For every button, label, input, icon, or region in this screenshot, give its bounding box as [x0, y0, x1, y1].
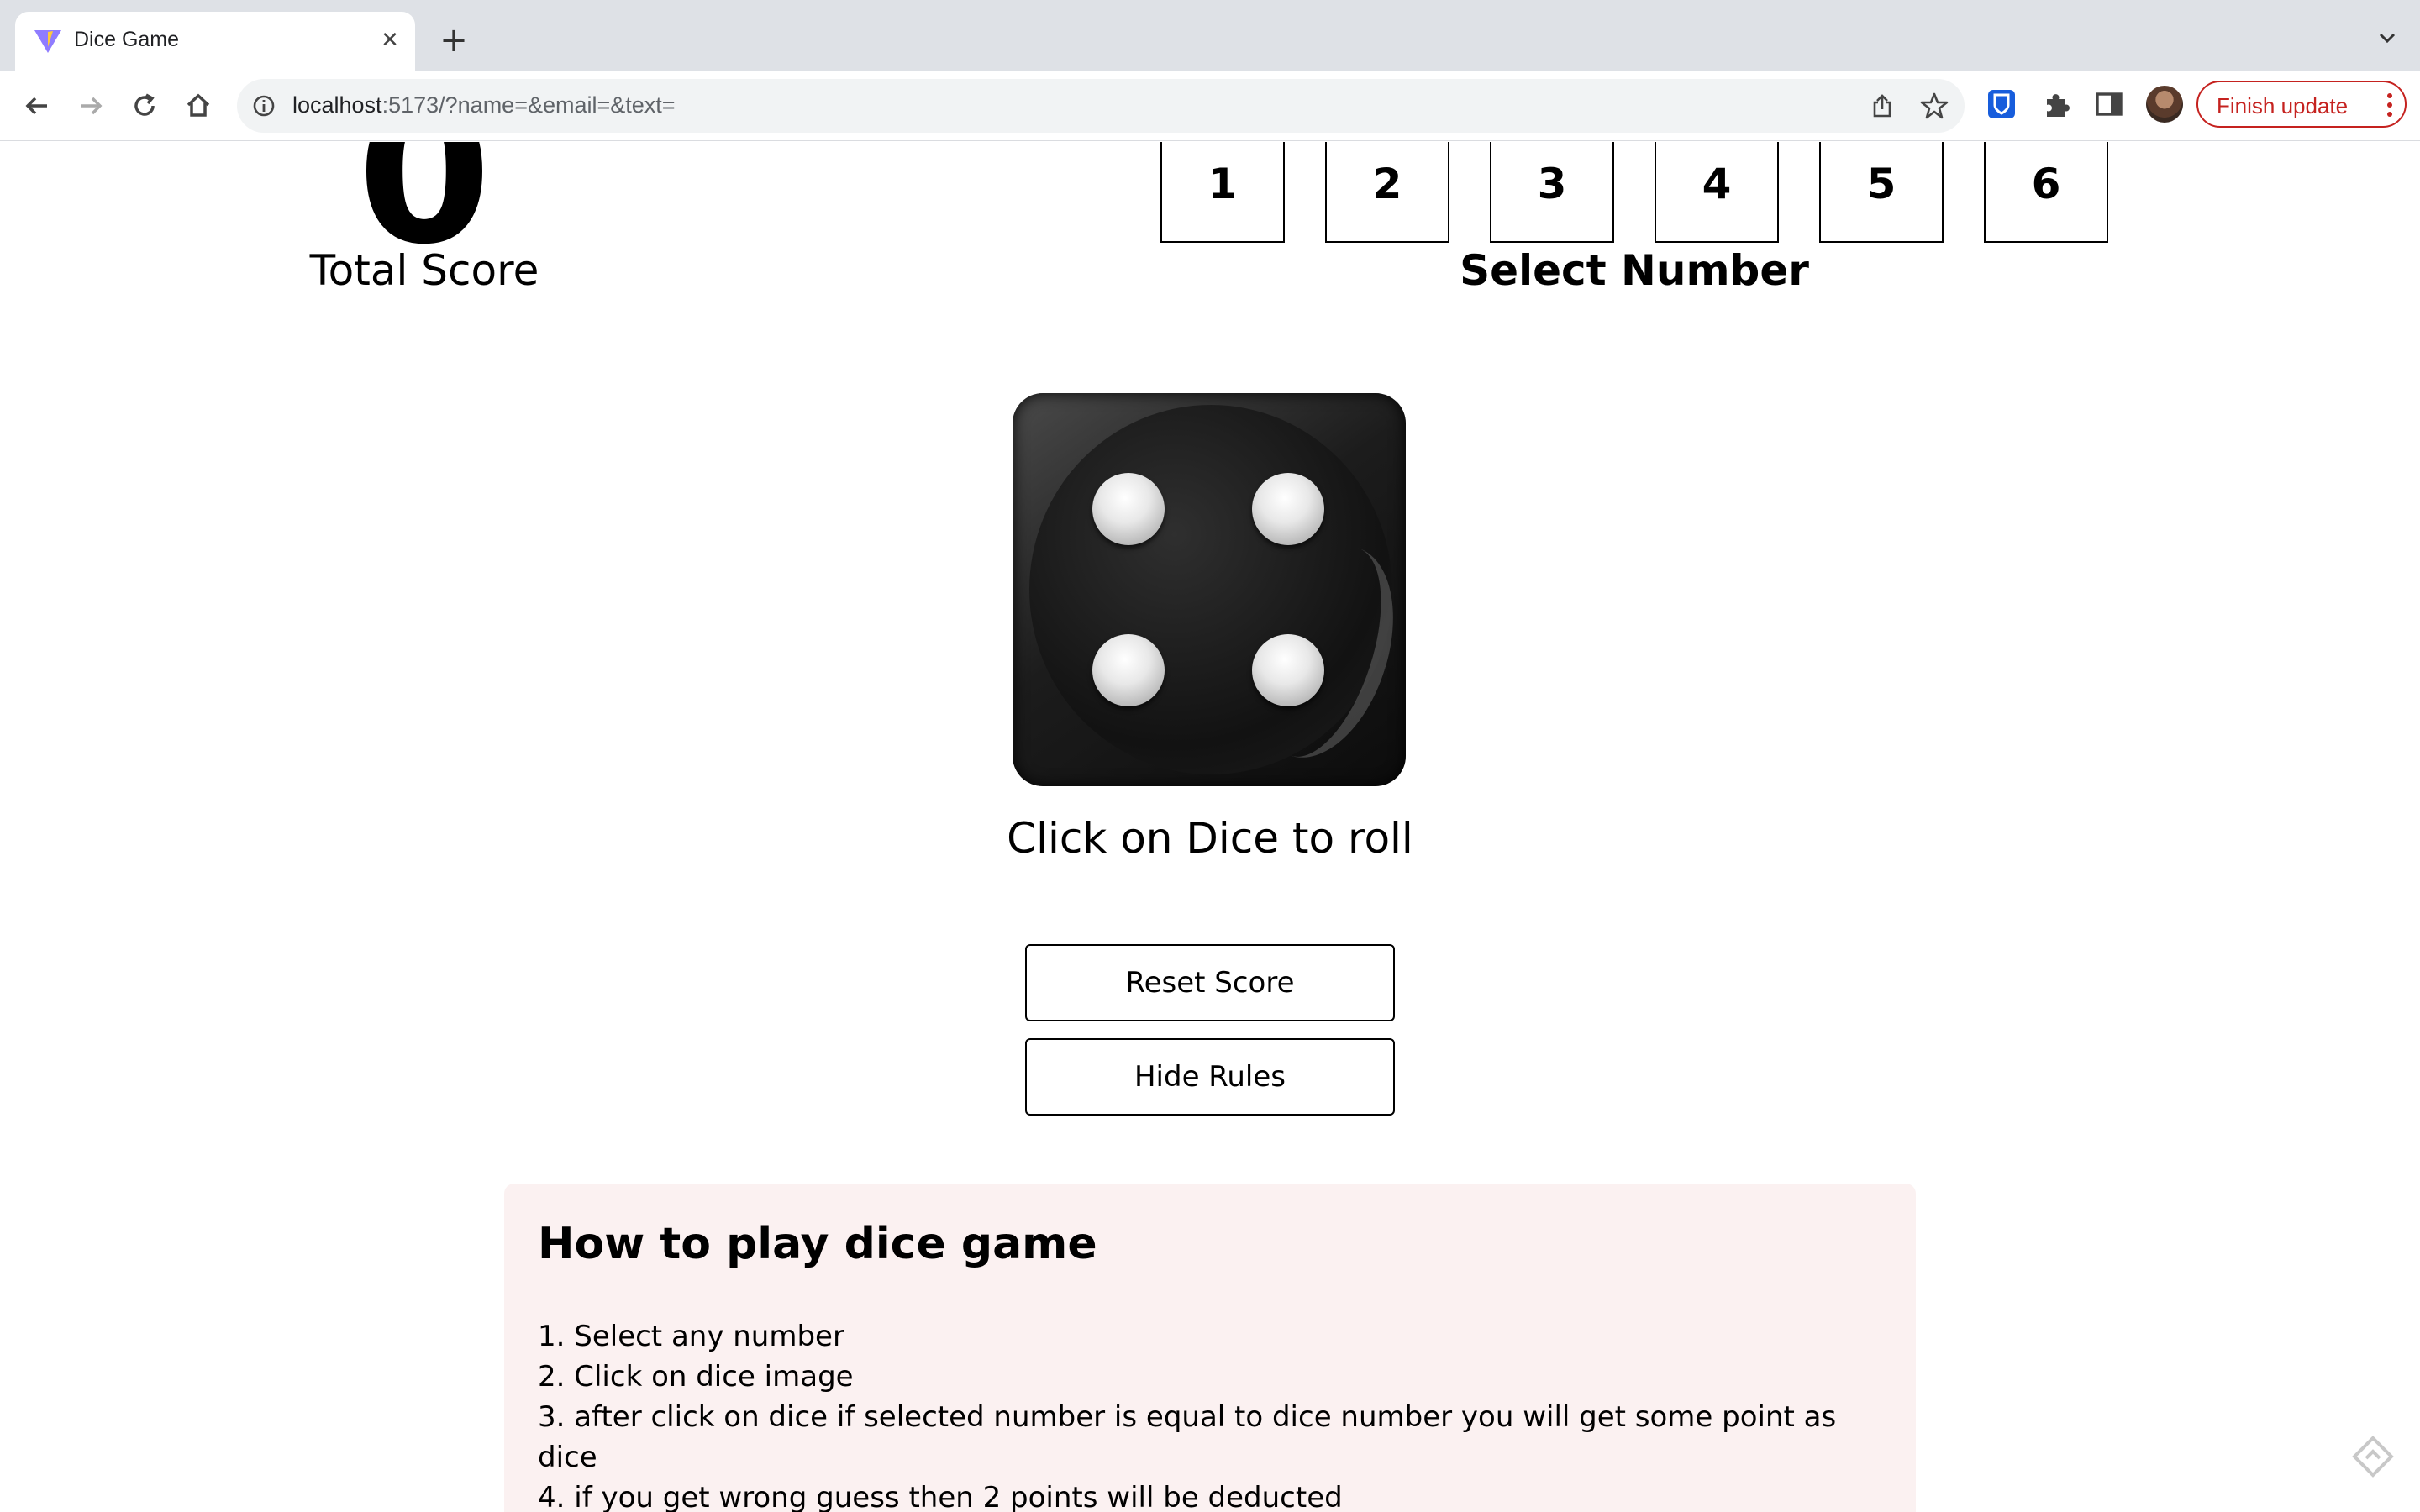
number-box-3[interactable]: 3 — [1490, 142, 1614, 243]
side-panel-icon[interactable] — [2092, 87, 2126, 121]
tab-title: Dice Game — [74, 28, 180, 51]
tab-search-chevron-icon[interactable] — [2375, 25, 2400, 50]
back-arrow-icon[interactable] — [18, 87, 55, 124]
url-path: :5173/?name=&email=&text= — [381, 92, 676, 118]
rules-title: How to play dice game — [538, 1219, 1097, 1269]
hide-rules-button[interactable]: Hide Rules — [1025, 1038, 1395, 1116]
reset-score-button[interactable]: Reset Score — [1025, 944, 1395, 1021]
address-bar[interactable]: localhost:5173/?name=&email=&text= — [237, 79, 1965, 133]
number-box-2[interactable]: 2 — [1325, 142, 1449, 243]
rules-item: 4. if you get wrong guess then 2 points … — [538, 1481, 1343, 1512]
dice-image[interactable] — [1013, 393, 1418, 786]
finish-update-button[interactable]: Finish update — [2196, 81, 2407, 128]
page-viewport: 0 Total Score 1 2 3 4 5 6 Select Number … — [0, 142, 2420, 1512]
dice-pip — [1092, 473, 1165, 545]
vite-logo-icon — [34, 30, 61, 53]
select-number-label: Select Number — [1460, 246, 1809, 295]
number-box-4[interactable]: 4 — [1655, 142, 1779, 243]
bitwarden-extension-icon[interactable] — [1985, 87, 2018, 121]
total-score-label: Total Score — [309, 246, 539, 295]
browser-tab-strip: Dice Game ✕ + — [0, 0, 2420, 71]
browser-tab[interactable]: Dice Game ✕ — [15, 12, 415, 71]
url-host: localhost — [292, 92, 382, 118]
finish-update-label: Finish update — [2217, 93, 2349, 118]
rules-item: 3. after click on dice if selected numbe… — [538, 1400, 1837, 1474]
browser-toolbar: localhost:5173/?name=&email=&text= — [0, 71, 2420, 141]
url-text[interactable]: localhost:5173/?name=&email=&text= — [292, 92, 676, 118]
floating-helper-icon[interactable] — [2349, 1433, 2396, 1480]
home-icon[interactable] — [180, 87, 217, 124]
rules-item: 1. Select any number — [538, 1320, 844, 1353]
number-box-5[interactable]: 5 — [1819, 142, 1944, 243]
dice-pip — [1252, 473, 1324, 545]
kebab-menu-icon[interactable] — [2386, 92, 2393, 118]
rules-item: 2. Click on dice image — [538, 1360, 854, 1394]
extensions-puzzle-icon[interactable] — [2040, 87, 2074, 121]
profile-avatar[interactable] — [2146, 86, 2183, 123]
number-box-6[interactable]: 6 — [1984, 142, 2108, 243]
bookmark-star-icon[interactable] — [1919, 91, 1949, 121]
new-tab-button[interactable]: + — [437, 24, 471, 57]
dice-pip — [1092, 634, 1165, 706]
share-icon[interactable] — [1869, 92, 1896, 119]
reload-icon[interactable] — [126, 87, 163, 124]
site-info-icon[interactable] — [252, 94, 276, 118]
dice-pip — [1252, 634, 1324, 706]
dice-roll-hint: Click on Dice to roll — [1007, 814, 1413, 863]
forward-arrow-icon[interactable] — [72, 87, 109, 124]
tab-close-icon[interactable]: ✕ — [376, 27, 403, 54]
number-box-1[interactable]: 1 — [1160, 142, 1285, 243]
rules-panel: How to play dice game 1. Select any numb… — [504, 1184, 1916, 1512]
